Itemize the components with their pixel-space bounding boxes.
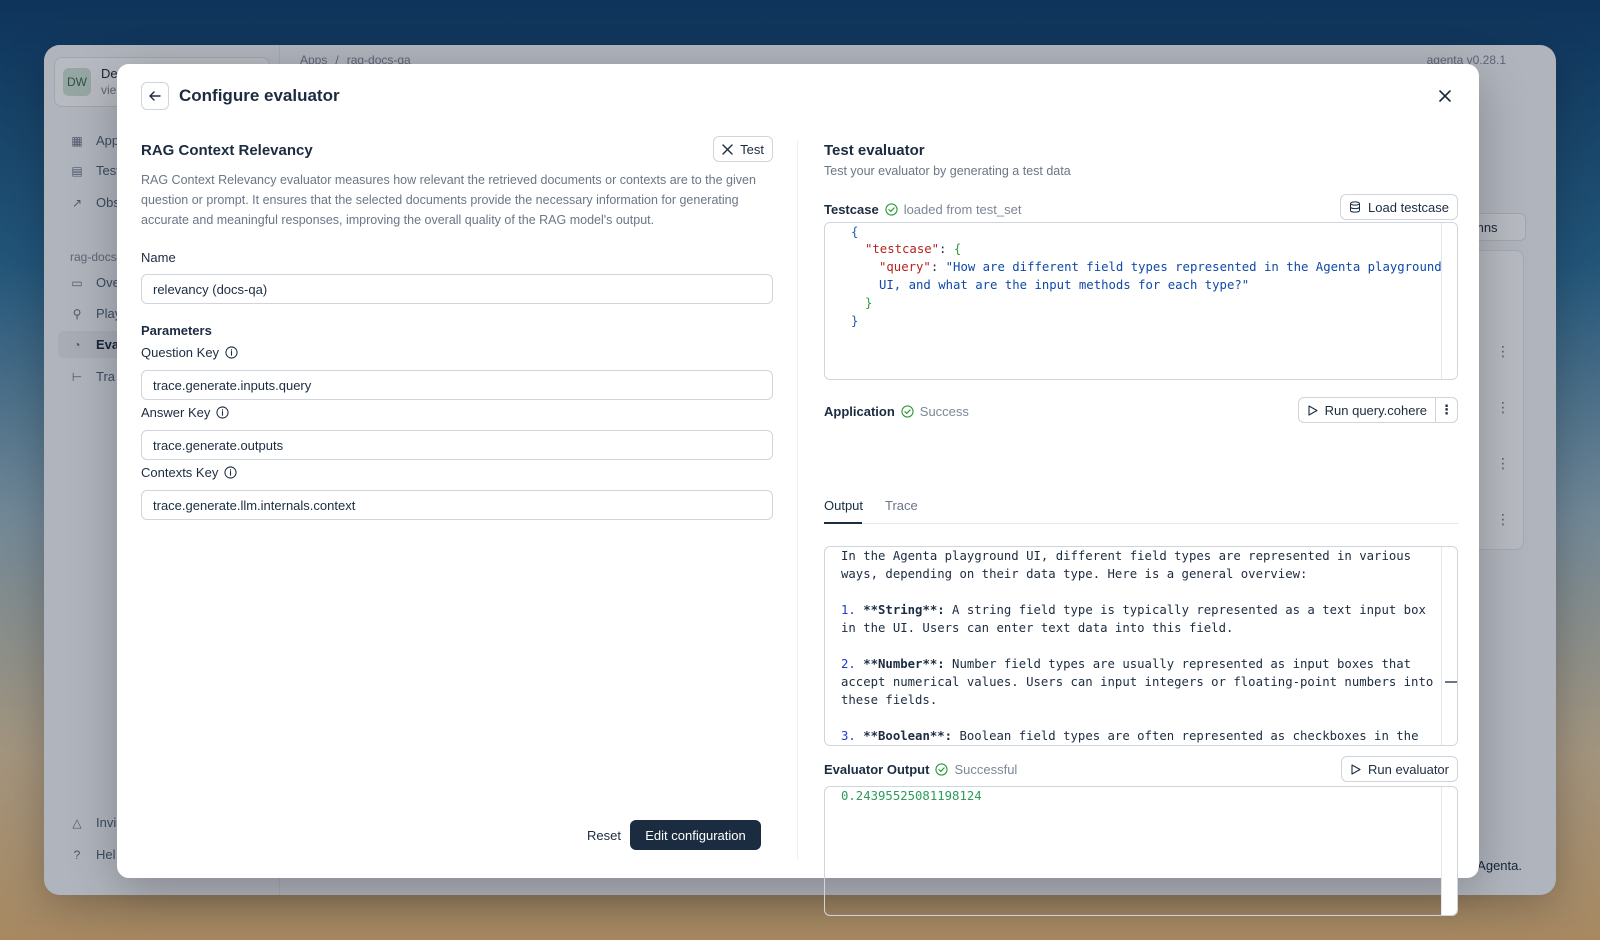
reset-button[interactable]: Reset	[575, 820, 633, 850]
testcase-label: Testcase loaded from test_set	[824, 202, 1022, 217]
application-label: Application Success	[824, 404, 969, 419]
column-divider	[797, 140, 798, 860]
application-output-editor[interactable]: In the Agenta playground UI, different f…	[824, 546, 1458, 746]
check-circle-icon	[885, 203, 898, 216]
contexts-key-input[interactable]: trace.generate.llm.internals.context	[141, 490, 773, 520]
check-circle-icon	[935, 763, 949, 776]
close-button[interactable]	[1433, 84, 1457, 108]
evaluator-output-editor[interactable]: 0.24395525081198124	[824, 786, 1458, 916]
evaluator-output-label: Evaluator Output Successful	[824, 762, 1018, 777]
evaluator-name: RAG Context Relevancy	[141, 142, 313, 159]
configure-evaluator-modal: Configure evaluator RAG Context Relevanc…	[117, 64, 1479, 916]
evaluator-output-status: Successful	[954, 762, 1018, 777]
info-icon[interactable]	[225, 346, 238, 359]
parameters-label: Parameters	[141, 323, 212, 338]
load-testcase-button[interactable]: Load testcase	[1340, 194, 1458, 220]
testcase-status: loaded from test_set	[903, 202, 1022, 217]
database-icon	[1350, 201, 1361, 213]
close-icon	[722, 143, 733, 155]
play-icon	[1308, 404, 1318, 416]
test-button[interactable]: Test	[713, 136, 773, 162]
test-evaluator-title: Test evaluator	[824, 142, 925, 159]
editor-scrollbar[interactable]	[1441, 787, 1457, 915]
testcase-editor[interactable]: { "testcase": { "query": "How are differ…	[824, 222, 1458, 380]
test-evaluator-panel: Test evaluator Test your evaluator by ge…	[824, 136, 1458, 916]
name-label: Name	[141, 250, 176, 265]
editor-scrollbar[interactable]	[1441, 547, 1457, 745]
close-icon	[1439, 90, 1451, 102]
run-evaluator-button[interactable]: Run evaluator	[1341, 756, 1458, 782]
question-key-label: Question Key	[141, 345, 238, 360]
question-key-input[interactable]: trace.generate.inputs.query	[141, 370, 773, 400]
output-tabs: Output Trace	[824, 494, 1458, 524]
contexts-key-label: Contexts Key	[141, 465, 237, 480]
back-button[interactable]	[141, 82, 169, 110]
modal-title: Configure evaluator	[179, 86, 340, 105]
name-input[interactable]: relevancy (docs-qa)	[141, 274, 773, 304]
check-circle-icon	[901, 405, 914, 418]
test-evaluator-subtitle: Test your evaluator by generating a test…	[824, 164, 1071, 178]
modal-header: Configure evaluator	[141, 82, 340, 110]
answer-key-label: Answer Key	[141, 405, 229, 420]
answer-key-input[interactable]: trace.generate.outputs	[141, 430, 773, 460]
tab-trace[interactable]: Trace	[885, 498, 918, 513]
tab-output[interactable]: Output	[824, 498, 863, 513]
evaluator-config-panel: RAG Context Relevancy Test RAG Context R…	[141, 136, 773, 856]
scroll-thumb[interactable]	[1445, 681, 1457, 683]
editor-scrollbar[interactable]	[1441, 223, 1457, 379]
application-status: Success	[919, 404, 969, 419]
active-tab-indicator	[824, 522, 862, 524]
play-icon	[1351, 763, 1361, 775]
arrow-left-icon	[149, 91, 161, 101]
more-options-icon[interactable]: ⋮	[1435, 398, 1457, 422]
evaluator-description: RAG Context Relevancy evaluator measures…	[141, 173, 756, 227]
run-application-button[interactable]: Run query.cohere ⋮	[1297, 397, 1458, 423]
evaluator-output-value: 0.24395525081198124	[841, 789, 982, 803]
info-icon[interactable]	[224, 466, 237, 479]
info-icon[interactable]	[216, 406, 229, 419]
edit-configuration-button[interactable]: Edit configuration	[630, 820, 761, 850]
